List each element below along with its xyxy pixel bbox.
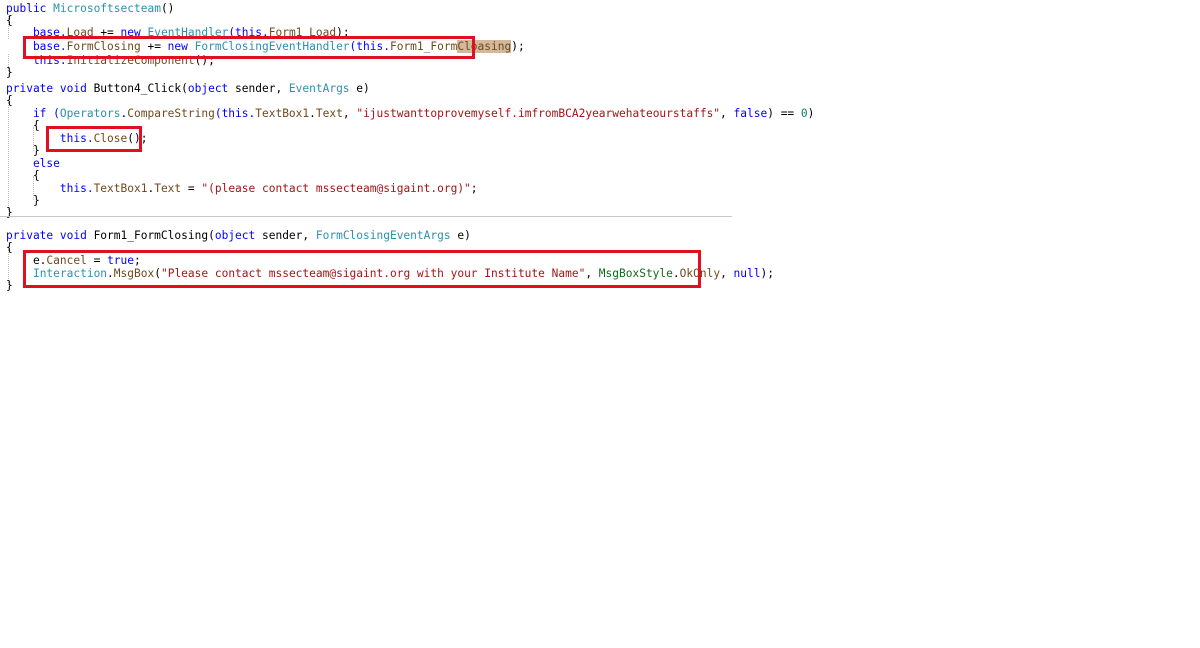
code-line-12: } [6,144,40,157]
code-token: ); [760,267,774,280]
code-token: object [187,82,229,95]
code-token: sender, [255,229,316,242]
code-token: ( [208,229,215,242]
code-token: CompareString [127,107,215,120]
code-line-15: this.TextBox1.Text = "(please contact ms… [6,182,478,195]
code-token: } [6,66,13,79]
string-literal: "ijustwanttoprovemyself.imfromBCA2yearwe… [356,107,721,120]
code-token: ( [181,82,188,95]
highlight-box-formclosing-handler [23,36,475,59]
code-token: Button4_Click [93,82,182,95]
code-token: private void [6,82,94,95]
string-literal: "(please contact mssecteam@sigaint.org)" [201,182,471,195]
code-token: { [6,119,40,132]
code-line-10: { [6,119,40,132]
code-line-9: if (Operators.CompareString(this.TextBox… [6,107,814,120]
code-token: { [6,241,13,254]
code-token: (this. [214,107,256,120]
code-token: ; [470,182,478,195]
code-token: public [6,2,54,15]
code-line-18: private void Form1_FormClosing(object se… [6,229,471,242]
code-token: ); [511,40,525,53]
code-token: { [6,169,40,182]
code-token: private void [6,229,94,242]
code-line-19: { [6,241,13,254]
code-token: Operators [59,107,121,120]
code-token: , [720,107,734,120]
code-token: Form1_FormClosing [93,229,209,242]
code-token: ) [807,107,815,120]
code-line-1: public Microsoftsecteam() [6,2,174,15]
method-separator [0,216,732,217]
code-token: . [309,107,316,120]
code-line-14: { [6,169,40,182]
code-token: Text [154,182,182,195]
code-view: public Microsoftsecteam() { base.Load +=… [0,0,1200,648]
code-token: sender, [228,82,289,95]
code-token: null [733,267,761,280]
code-line-8: { [6,94,13,107]
code-token: = [181,182,202,195]
code-token: ) == [767,107,801,120]
code-line-6: } [6,66,13,79]
code-token: , [342,107,357,120]
code-token: TextBox1 [255,107,310,120]
code-line-22: } [6,279,13,292]
code-token: EventArgs [288,82,350,95]
code-token: false [733,107,768,120]
highlight-box-msgbox [23,250,701,288]
code-line-7: private void Button4_Click(object sender… [6,82,370,95]
code-token: object [214,229,256,242]
code-token: Microsoftsecteam [53,2,161,15]
code-token: } [6,144,40,157]
code-token: e) [349,82,370,95]
code-token: } [6,206,13,219]
highlight-box-close-call [46,126,142,152]
code-token: e) [450,229,471,242]
code-token: { [6,94,13,107]
code-token: TextBox1 [93,182,148,195]
code-token: , [720,267,734,280]
code-token: 0 [800,107,808,120]
code-line-17: } [6,206,13,219]
code-token: FormClosingEventArgs [315,229,451,242]
code-token: } [6,279,13,292]
code-token: Text [315,107,343,120]
code-token: () [160,2,175,15]
